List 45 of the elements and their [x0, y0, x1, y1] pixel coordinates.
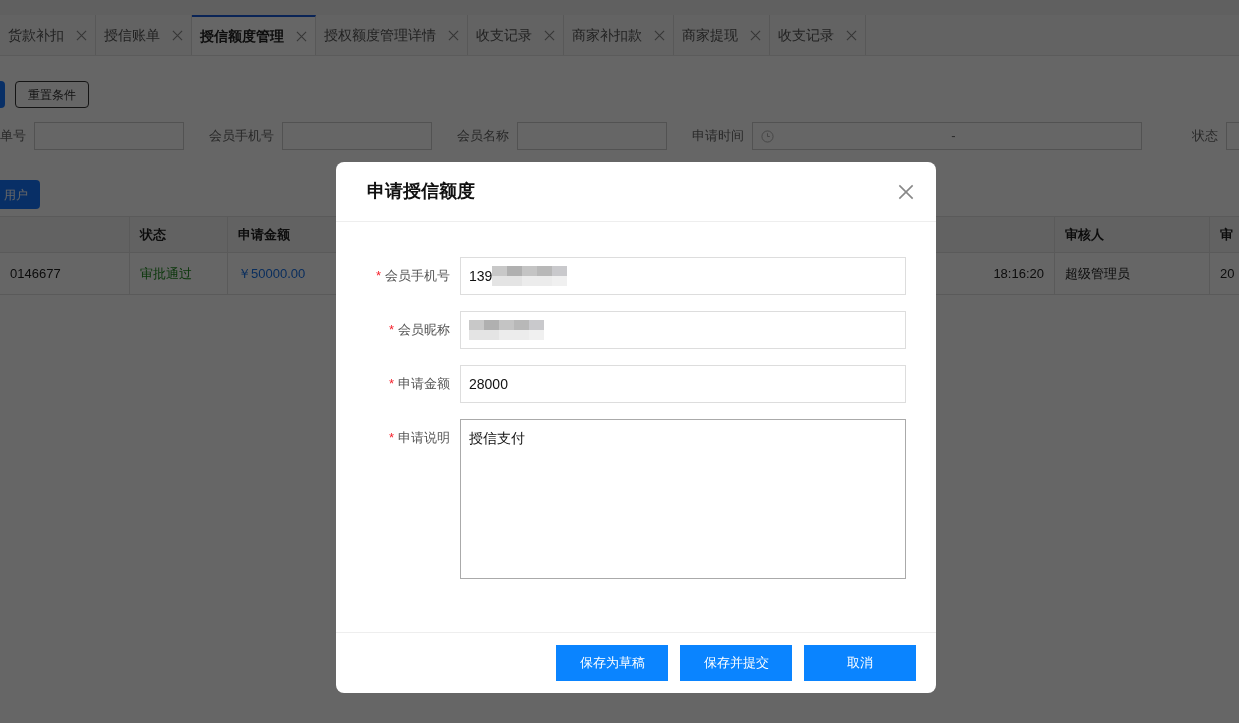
table-cell-text: ￥50000.00: [238, 264, 306, 283]
filter-label: 申请时间: [692, 127, 744, 146]
field-label: 会员昵称: [398, 321, 450, 340]
input-field[interactable]: 28000: [460, 365, 906, 403]
input-field[interactable]: 139: [460, 257, 906, 295]
column-header: 审核人: [1065, 225, 1104, 244]
dialog-button[interactable]: 保存为草稿: [556, 645, 668, 681]
table-cell-text: 审批通过: [140, 264, 192, 283]
input-field[interactable]: [460, 311, 906, 349]
column-header: 申请金额: [238, 225, 290, 244]
close-icon[interactable]: [898, 183, 914, 200]
close-icon[interactable]: [172, 29, 183, 41]
field-label: 申请说明: [398, 429, 450, 448]
table-cell-text: 超级管理员: [1065, 264, 1130, 283]
close-icon[interactable]: [76, 29, 87, 41]
close-icon[interactable]: [654, 29, 665, 41]
table-cell-text: 0146677: [10, 264, 61, 283]
button[interactable]: [0, 81, 5, 108]
text-area[interactable]: 授信支付: [460, 419, 906, 579]
filter-label: 单号: [0, 127, 26, 146]
range-separator: -: [950, 127, 957, 146]
date-range-field[interactable]: -: [752, 122, 1142, 150]
close-icon[interactable]: [544, 29, 555, 41]
table-cell-text: 20: [1220, 264, 1235, 283]
table-cell-text: 18:16:20: [993, 264, 1044, 283]
field-label: 申请金额: [398, 375, 450, 394]
dialog-button[interactable]: 取消: [804, 645, 916, 681]
action-button[interactable]: 用户: [0, 180, 40, 209]
close-icon[interactable]: [448, 29, 459, 41]
required-mark: *: [375, 267, 381, 286]
dialog-button[interactable]: 保存并提交: [680, 645, 792, 681]
required-mark: *: [388, 321, 394, 340]
column-header: 状态: [140, 225, 166, 244]
required-mark: *: [388, 429, 394, 448]
field-label: 会员手机号: [385, 267, 450, 286]
close-icon[interactable]: [846, 29, 857, 41]
dialog-title: 申请授信额度: [367, 180, 475, 203]
column-header: 审: [1220, 225, 1233, 244]
required-mark: *: [388, 375, 394, 394]
close-icon[interactable]: [296, 30, 307, 42]
filter-label: 状态: [1192, 127, 1218, 146]
clock-icon: [761, 129, 774, 143]
reset-button[interactable]: 重置条件: [15, 81, 89, 108]
close-icon[interactable]: [750, 29, 761, 41]
tab[interactable]: 授信额度管理: [192, 15, 316, 55]
